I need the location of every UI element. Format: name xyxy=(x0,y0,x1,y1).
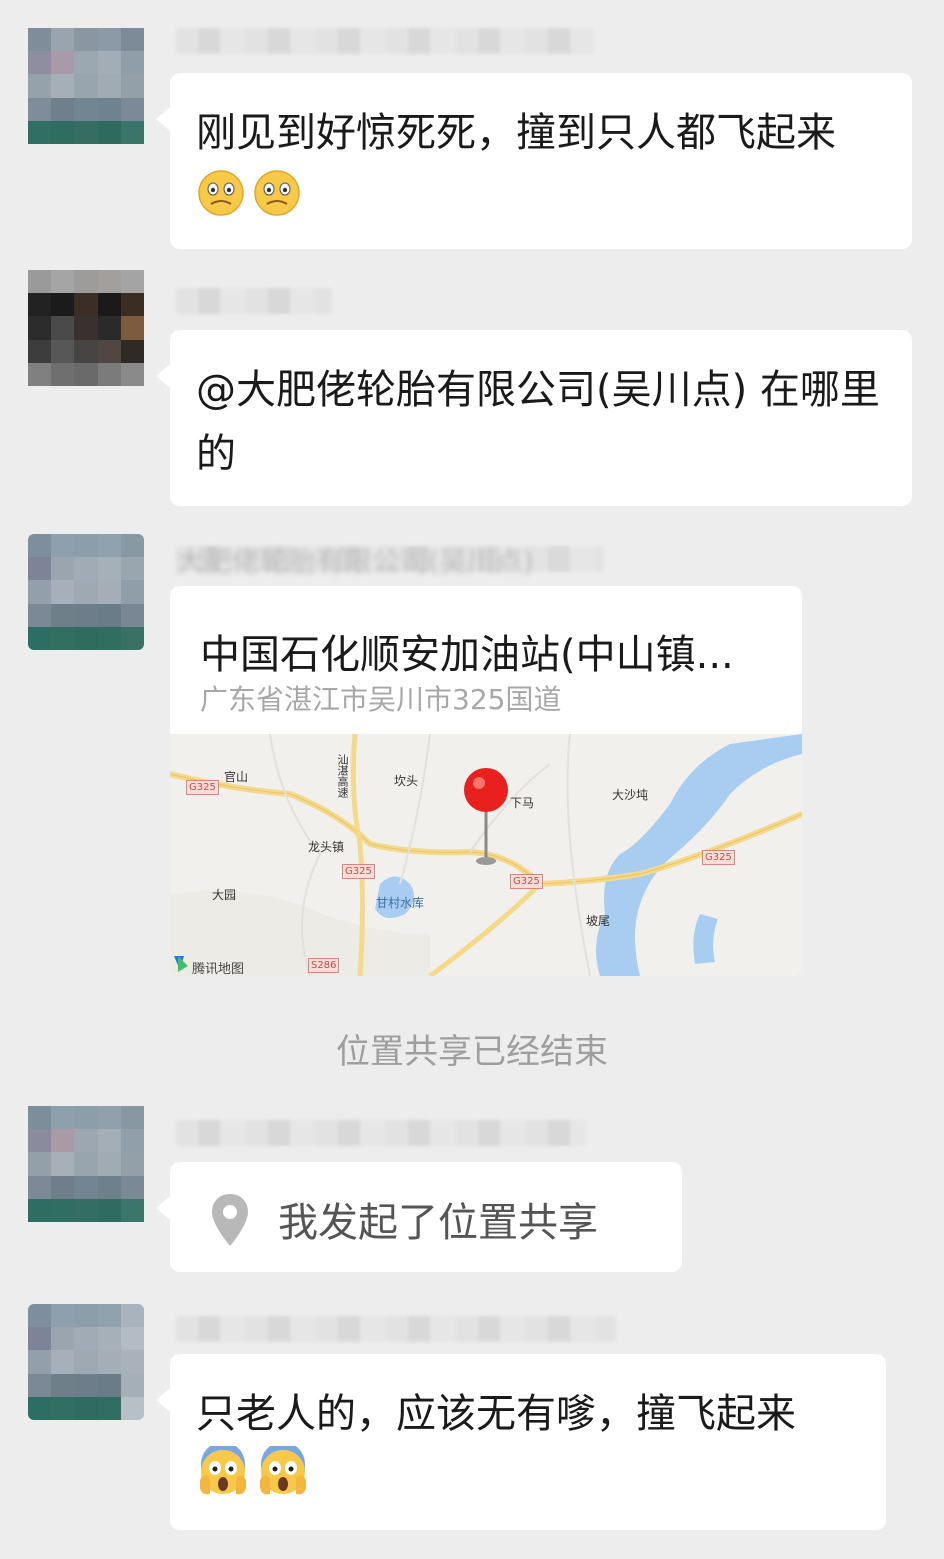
map-label: 甘村水库 xyxy=(376,896,425,910)
message-bubble[interactable]: @大肥佬轮胎有限公司(吴川点) 在哪里的 xyxy=(156,330,912,506)
map-label: 龙头镇 xyxy=(308,840,345,854)
location-pin-icon xyxy=(210,1192,250,1252)
avatar[interactable] xyxy=(28,270,144,386)
location-share-bubble[interactable]: 我发起了位置共享 xyxy=(156,1162,682,1272)
location-card[interactable]: 中国石化顺安加油站(中山镇... 广东省湛江市吴川市325国道 G325 G32… xyxy=(170,586,802,976)
road-shield-g325: G325 xyxy=(702,850,735,865)
location-address: 广东省湛江市吴川市325国道 xyxy=(200,683,562,716)
avatar[interactable] xyxy=(28,534,144,650)
map-label: 大沙坉 xyxy=(612,788,649,802)
road-shield-g325: G325 xyxy=(342,864,375,879)
sender-name-blurred xyxy=(176,1120,586,1146)
message-bubble[interactable]: 刚见到好惊死死，撞到只人都飞起来 xyxy=(156,73,912,249)
system-notice: 位置共享已经结束 xyxy=(336,1032,608,1072)
woozy-face-icon xyxy=(252,170,308,220)
location-title: 中国石化顺安加油站(中山镇... xyxy=(200,632,734,678)
message-bubble[interactable]: 只老人的，应该无有嗲，撞飞起来 xyxy=(156,1354,886,1530)
road-shield-s286: S286 xyxy=(308,958,340,973)
avatar[interactable] xyxy=(28,28,144,144)
map-brand: 腾讯地图 xyxy=(192,962,245,976)
map-label: 坡尾 xyxy=(586,914,611,928)
road-shield-g325: G325 xyxy=(510,874,543,889)
avatar[interactable] xyxy=(28,1304,144,1420)
map-label: 坎头 xyxy=(394,774,419,788)
screaming-face-icon xyxy=(256,1446,316,1502)
sender-name-blurred xyxy=(176,1316,616,1342)
sender-name-blurred xyxy=(176,288,332,314)
screaming-face-icon xyxy=(196,1446,256,1502)
avatar[interactable] xyxy=(28,1106,144,1222)
road-shield-g325: G325 xyxy=(186,780,219,795)
sender-name-blurred xyxy=(176,28,594,54)
sender-name-blurred: 大肥佬轮胎有限公司(吴川点) xyxy=(176,545,604,578)
message-text: @大肥佬轮胎有限公司(吴川点) 在哪里的 xyxy=(196,367,880,477)
location-share-text: 我发起了位置共享 xyxy=(278,1200,598,1246)
message-text: 刚见到好惊死死，撞到只人都飞起来 xyxy=(196,110,836,156)
map-label: 大园 xyxy=(212,888,237,902)
woozy-face-icon xyxy=(196,170,252,220)
map-label: 汕湛高速 xyxy=(336,754,349,798)
location-map[interactable]: G325 G325 G325 G325 S286 官山 坎头 下马 大沙坉 龙头… xyxy=(170,734,802,976)
map-label: 下马 xyxy=(510,796,535,810)
map-label: 官山 xyxy=(224,770,249,784)
message-text: 只老人的，应该无有嗲，撞飞起来 xyxy=(196,1391,796,1437)
